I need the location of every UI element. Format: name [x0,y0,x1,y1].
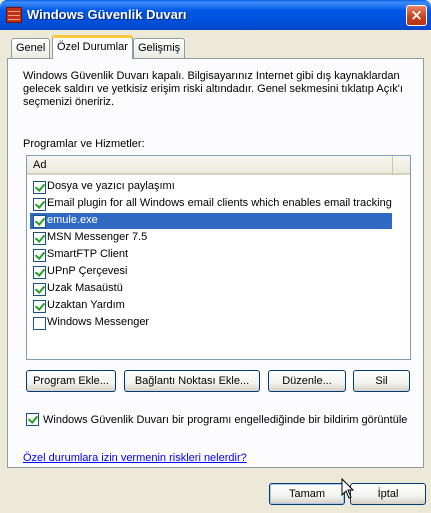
title-bar[interactable]: Windows Güvenlik Duvarı × [0,0,431,30]
list-item-checkbox[interactable] [33,198,46,211]
list-item-label: Uzak Masaüstü [47,282,123,294]
add-program-button[interactable]: Program Ekle... [26,370,116,392]
mouse-cursor-icon [341,478,355,499]
delete-button[interactable]: Sil [353,370,410,392]
notify-label[interactable]: Windows Güvenlik Duvarı bir programı eng… [43,414,407,426]
list-item-label: Dosya ve yazıcı paylaşımı [47,180,175,192]
list-item-checkbox[interactable] [33,215,46,228]
list-header: Ad [27,156,410,175]
list-item-label: UPnP Çerçevesi [47,265,128,277]
list-item-label: Uzaktan Yardım [47,299,125,311]
tab-advanced[interactable]: Gelişmiş [133,38,186,58]
add-port-button[interactable]: Bağlantı Noktası Ekle... [124,370,260,392]
list-item[interactable]: Uzaktan Yardım [30,298,392,314]
list-item-checkbox[interactable] [33,317,46,330]
list-item-label: SmartFTP Client [47,248,129,260]
list-item-checkbox[interactable] [33,232,46,245]
list-item-checkbox[interactable] [33,300,46,313]
risks-link[interactable]: Özel durumlara izin vermenin riskleri ne… [23,452,247,464]
list-item[interactable]: Windows Messenger [30,315,392,331]
list-item-checkbox[interactable] [33,181,46,194]
column-header-name[interactable]: Ad [27,156,393,175]
notify-checkbox[interactable] [26,413,39,426]
ok-button[interactable]: Tamam [269,483,345,505]
list-item-checkbox[interactable] [33,249,46,262]
list-item-checkbox[interactable] [33,283,46,296]
list-item-label: Email plugin for all Windows email clien… [47,197,392,209]
close-button[interactable]: × [406,5,427,26]
list-item[interactable]: UPnP Çerçevesi [30,264,392,280]
firewall-off-warning: Windows Güvenlik Duvarı kapalı. Bilgisay… [23,70,403,108]
list-item[interactable]: Uzak Masaüstü [30,281,392,297]
list-item-label: MSN Messenger 7.5 [47,231,148,243]
programs-list-label: Programlar ve Hizmetler: [23,138,145,150]
list-item-label: emule.exe [47,214,98,226]
tab-exceptions[interactable]: Özel Durumlar [52,35,133,59]
list-item[interactable]: Email plugin for all Windows email clien… [30,196,392,212]
window-title: Windows Güvenlik Duvarı [27,7,187,22]
list-item-label: Windows Messenger [47,316,150,328]
list-item[interactable]: SmartFTP Client [30,247,392,263]
firewall-icon [6,7,22,23]
list-item-checkbox[interactable] [33,266,46,279]
edit-button[interactable]: Düzenle... [268,370,346,392]
list-item[interactable]: emule.exe [30,213,392,229]
programs-list[interactable]: Ad Dosya ve yazıcı paylaşımı Email plugin… [26,155,411,360]
list-item[interactable]: Dosya ve yazıcı paylaşımı [30,179,392,195]
cancel-button[interactable]: İptal [350,483,426,505]
tab-general[interactable]: Genel [11,38,51,58]
list-item[interactable]: MSN Messenger 7.5 [30,230,392,246]
